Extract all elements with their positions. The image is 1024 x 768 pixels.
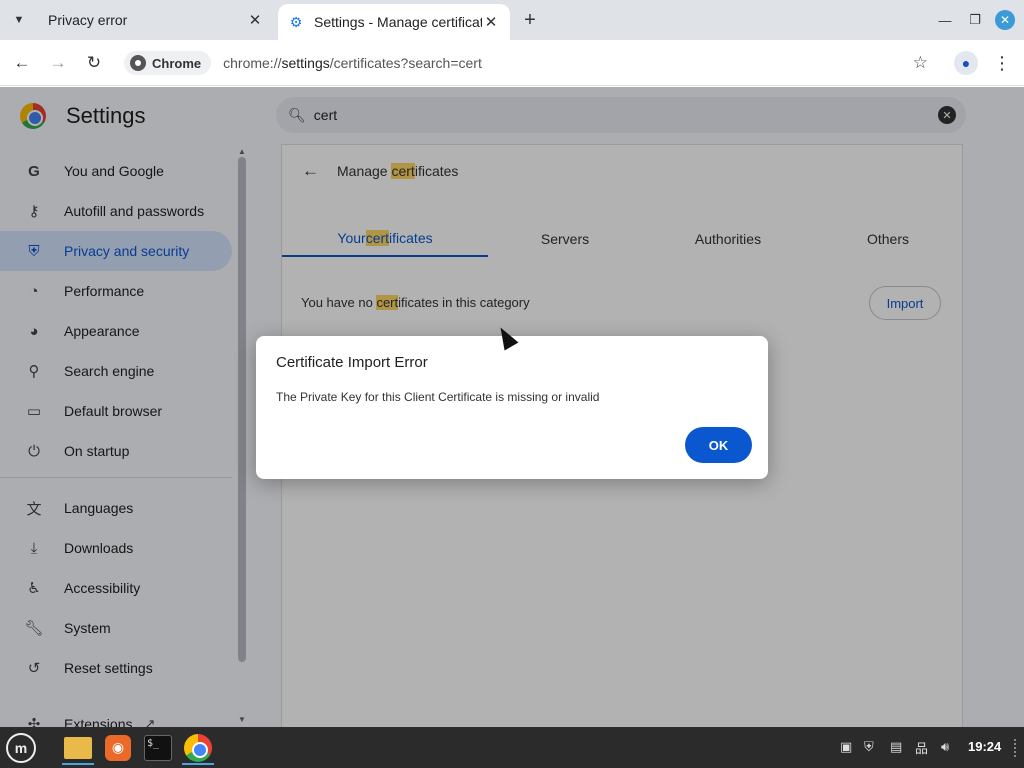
active-indicator — [182, 763, 214, 765]
certificate-import-error-dialog: Certificate Import Error The Private Key… — [256, 336, 768, 479]
chevron-down-icon: ▼ — [13, 14, 25, 26]
shield-tray-icon[interactable]: ⛨ — [864, 737, 874, 757]
tab-strip: ▼ Privacy error ✕ ⚙ Settings - Manage ce… — [0, 0, 1024, 40]
reload-button[interactable]: ↻ — [81, 50, 107, 76]
minimize-button[interactable]: — — [935, 10, 955, 30]
chrome-app-button[interactable] — [180, 730, 216, 765]
site-info-chip[interactable]: Chrome — [124, 51, 212, 75]
firefox-app-button[interactable]: ◉ — [100, 730, 136, 765]
person-icon: ● — [961, 55, 971, 71]
chrome-icon — [184, 733, 212, 762]
profile-avatar[interactable]: ● — [954, 51, 978, 75]
bookmark-star-icon[interactable]: ☆ — [913, 53, 928, 73]
dialog-message: The Private Key for this Client Certific… — [276, 390, 600, 404]
url-host: settings — [281, 55, 330, 71]
new-tab-button[interactable]: + — [518, 8, 542, 32]
window-close-button[interactable]: ✕ — [995, 10, 1015, 30]
browser-menu-button[interactable]: ⋮ — [992, 51, 1012, 75]
address-bar[interactable]: Chrome chrome://settings/certificates?se… — [120, 46, 938, 80]
close-icon: ✕ — [999, 13, 1011, 27]
clock[interactable]: 19:24 — [968, 739, 1001, 754]
tab-privacy-error[interactable]: Privacy error ✕ — [36, 4, 274, 36]
url-scheme: chrome:// — [223, 55, 282, 71]
network-tray-icon[interactable]: 品 — [915, 737, 928, 757]
chip-label: Chrome — [152, 55, 202, 71]
forward-button[interactable]: → — [45, 50, 71, 76]
url-text[interactable]: chrome://settings/certificates?search=ce… — [223, 55, 482, 71]
ok-button[interactable]: OK — [685, 427, 752, 463]
terminal-app-button[interactable]: $_ — [140, 730, 176, 765]
restore-icon: ❐ — [969, 12, 981, 27]
notes-tray-icon[interactable]: ▣ — [840, 737, 852, 757]
folder-icon — [64, 736, 92, 759]
kebab-menu-icon: ⋮ — [993, 52, 1011, 73]
tab-search-button[interactable]: ▼ — [6, 7, 32, 33]
close-icon[interactable]: ✕ — [246, 11, 264, 29]
url-path: /certificates?search=cert — [329, 55, 482, 71]
panel-handle[interactable] — [1014, 739, 1017, 757]
browser-toolbar: ← → ↻ Chrome chrome://settings/certifica… — [0, 40, 1024, 86]
tab-title: Privacy error — [48, 12, 128, 28]
back-button[interactable]: ← — [9, 50, 35, 76]
reload-icon: ↻ — [86, 53, 102, 72]
chrome-icon — [130, 55, 146, 71]
active-indicator — [62, 763, 94, 765]
files-app-button[interactable] — [60, 730, 96, 765]
volume-tray-icon[interactable]: 🔊︎ — [941, 737, 949, 757]
terminal-icon: $_ — [144, 734, 172, 761]
mint-logo-icon: m — [14, 740, 28, 756]
firefox-icon: ◉ — [105, 734, 131, 761]
close-icon[interactable]: ✕ — [482, 13, 500, 31]
tab-title: Settings - Manage certificates — [314, 14, 482, 30]
minimize-icon: — — [938, 12, 952, 28]
update-tray-icon[interactable]: ▤ — [890, 737, 902, 757]
arrow-left-icon: ← — [13, 53, 31, 72]
taskbar: m ◉ $_ ▣ ⛨ ▤ 品 🔊︎ 19:24 — [0, 727, 1024, 768]
dialog-title: Certificate Import Error — [276, 354, 428, 371]
gear-icon: ⚙ — [289, 13, 303, 30]
start-menu-button[interactable]: m — [6, 733, 36, 763]
arrow-right-icon: → — [49, 53, 67, 72]
tab-settings[interactable]: ⚙ Settings - Manage certificates ✕ — [278, 4, 510, 40]
plus-icon: + — [524, 8, 536, 31]
maximize-button[interactable]: ❐ — [965, 10, 985, 30]
